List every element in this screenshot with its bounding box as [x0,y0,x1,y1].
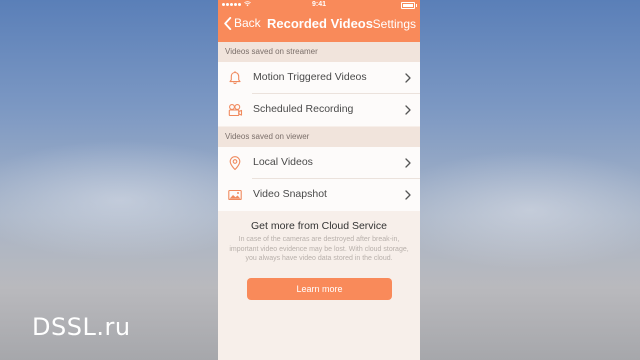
battery-level [403,4,413,7]
navigation-bar: Back Recorded Videos Settings [218,10,420,42]
section-header-streamer: Videos saved on streamer [218,42,420,62]
list-item-local-videos[interactable]: Local Videos [218,147,420,179]
back-button[interactable]: Back [223,16,261,30]
watermark: DSSL.ru [32,313,131,341]
list-item-label: Motion Triggered Videos [253,71,367,83]
phone-screen: 9:41 Back Recorded Videos Settings Video… [218,0,420,360]
location-pin-icon [229,156,241,171]
cloud-service-promo: Get more from Cloud Service In case of t… [218,211,420,360]
cloud-description: In case of the cameras are destroyed aft… [229,236,409,262]
chevron-left-icon [224,16,232,30]
chevron-right-icon [405,158,411,168]
chevron-right-icon [405,190,411,200]
chevron-right-icon [405,105,411,115]
list-item-motion-triggered-videos[interactable]: Motion Triggered Videos [218,62,420,94]
list-item-video-snapshot[interactable]: Video Snapshot [218,179,420,211]
list-item-label: Video Snapshot [253,188,327,200]
status-time: 9:41 [311,1,326,8]
list-item-label: Scheduled Recording [253,103,354,115]
chevron-right-icon [405,73,411,83]
section-header-viewer: Videos saved on viewer [218,127,420,147]
list-item-label: Local Videos [253,156,313,168]
status-bar: 9:41 [218,0,420,10]
film-camera-icon [228,104,243,117]
back-label: Back [234,16,261,30]
page-title: Recorded Videos [267,16,373,31]
settings-button[interactable]: Settings [373,17,416,31]
learn-more-button[interactable]: Learn more [247,278,392,300]
cloud-title: Get more from Cloud Service [251,220,387,232]
list-item-scheduled-recording[interactable]: Scheduled Recording [218,94,420,126]
bell-icon [229,71,241,85]
battery-icon [401,2,417,9]
image-icon [228,189,242,201]
